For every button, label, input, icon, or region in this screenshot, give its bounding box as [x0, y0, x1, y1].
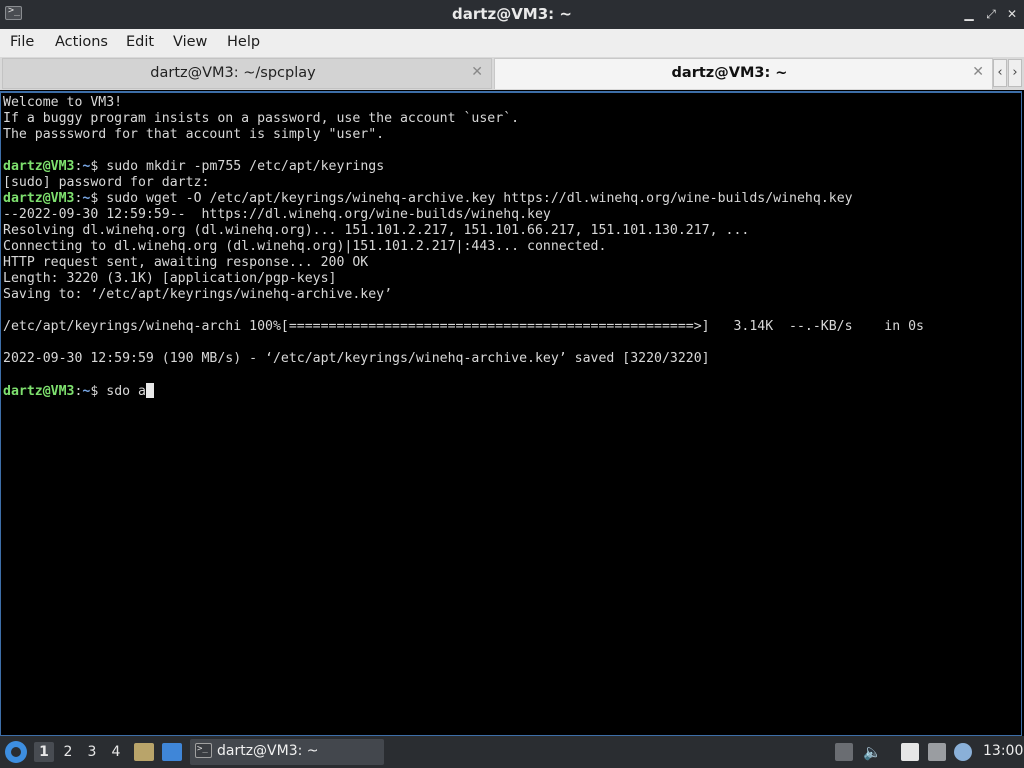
menu-file[interactable]: File	[10, 34, 34, 50]
terminal-line: Saving to: ‘/etc/apt/keyrings/winehq-arc…	[3, 287, 393, 302]
tab-label: dartz@VM3: ~/spcplay	[150, 65, 316, 81]
terminal-line: /etc/apt/keyrings/winehq-archi 100%[====…	[3, 319, 924, 334]
menu-actions[interactable]: Actions	[55, 34, 108, 50]
prompt-command: $ sdo a	[90, 384, 146, 399]
tab-close-icon[interactable]: ✕	[471, 64, 483, 80]
window-title: dartz@VM3: ~	[452, 5, 572, 23]
task-label: dartz@VM3: ~	[217, 743, 319, 759]
notification-icon[interactable]	[954, 743, 972, 761]
terminal-output: Welcome to VM3! If a buggy program insis…	[1, 93, 1021, 400]
tab-bar: dartz@VM3: ~/spcplay ✕ dartz@VM3: ~ ✕	[0, 57, 1024, 90]
network-icon[interactable]	[928, 743, 946, 761]
prompt-command: $ sudo mkdir -pm755 /etc/apt/keyrings	[90, 159, 385, 174]
prompt-command: $ sudo wget -O /etc/apt/keyrings/winehq-…	[90, 191, 853, 206]
terminal-prompt-line: dartz@VM3:~$ sudo mkdir -pm755 /etc/apt/…	[3, 159, 385, 174]
file-manager-icon[interactable]	[134, 743, 154, 761]
terminal-line: --2022-09-30 12:59:59-- https://dl.wineh…	[3, 207, 551, 222]
terminal-line: 2022-09-30 12:59:59 (190 MB/s) - ‘/etc/a…	[3, 351, 710, 366]
window-titlebar[interactable]: >_ dartz@VM3: ~ ▁ ⤢ ✕	[0, 0, 1024, 29]
close-icon[interactable]: ✕	[1005, 7, 1019, 21]
prompt-user: dartz@VM3	[3, 191, 75, 206]
workspace-1[interactable]: 1	[34, 742, 54, 762]
tab-spcplay[interactable]: dartz@VM3: ~/spcplay ✕	[2, 58, 492, 89]
menubar: File Actions Edit View Help	[0, 29, 1024, 58]
menu-help[interactable]: Help	[227, 34, 260, 50]
terminal-view[interactable]: Welcome to VM3! If a buggy program insis…	[0, 91, 1022, 736]
minimize-icon[interactable]: ▁	[962, 7, 976, 21]
terminal-line: If a buggy program insists on a password…	[3, 111, 520, 126]
tab-close-icon[interactable]: ✕	[972, 64, 984, 80]
menu-view[interactable]: View	[173, 34, 207, 50]
terminal-line: Welcome to VM3!	[3, 95, 123, 110]
prompt-user: dartz@VM3	[3, 384, 75, 399]
terminal-prompt-line: dartz@VM3:~$ sdo a	[3, 383, 154, 399]
terminal-line: HTTP request sent, awaiting response... …	[3, 255, 369, 270]
taskbar-task-terminal[interactable]: >_ dartz@VM3: ~	[190, 739, 384, 765]
show-desktop-icon[interactable]	[162, 743, 182, 761]
tab-scroll-right-icon[interactable]: ›	[1008, 59, 1022, 87]
clipboard-icon[interactable]	[901, 743, 919, 761]
tab-scroll-left-icon[interactable]: ‹	[993, 59, 1007, 87]
workspace-2[interactable]: 2	[58, 742, 78, 762]
upload-icon[interactable]	[835, 743, 853, 761]
clock[interactable]: 13:00	[983, 743, 1023, 759]
terminal-line: Length: 3220 (3.1K) [application/pgp-key…	[3, 271, 337, 286]
workspace-4[interactable]: 4	[106, 742, 126, 762]
terminal-line: Connecting to dl.winehq.org (dl.winehq.o…	[3, 239, 607, 254]
text-cursor	[145, 383, 154, 398]
taskbar: 1 2 3 4 >_ dartz@VM3: ~ 🔈 13:00	[0, 736, 1024, 768]
volume-icon[interactable]: 🔈	[863, 743, 882, 761]
tab-label: dartz@VM3: ~	[671, 65, 788, 81]
terminal-line: The passsword for that account is simply…	[3, 127, 385, 142]
tab-home[interactable]: dartz@VM3: ~ ✕	[494, 58, 993, 89]
workspace-3[interactable]: 3	[82, 742, 102, 762]
terminal-line: [sudo] password for dartz:	[3, 175, 210, 190]
terminal-prompt-line: dartz@VM3:~$ sudo wget -O /etc/apt/keyri…	[3, 191, 853, 206]
menu-edit[interactable]: Edit	[126, 34, 154, 50]
maximize-icon[interactable]: ⤢	[984, 7, 998, 21]
terminal-line: Resolving dl.winehq.org (dl.winehq.org).…	[3, 223, 750, 238]
start-menu-icon[interactable]	[5, 741, 27, 763]
terminal-icon: >_	[195, 743, 212, 758]
prompt-user: dartz@VM3	[3, 159, 75, 174]
